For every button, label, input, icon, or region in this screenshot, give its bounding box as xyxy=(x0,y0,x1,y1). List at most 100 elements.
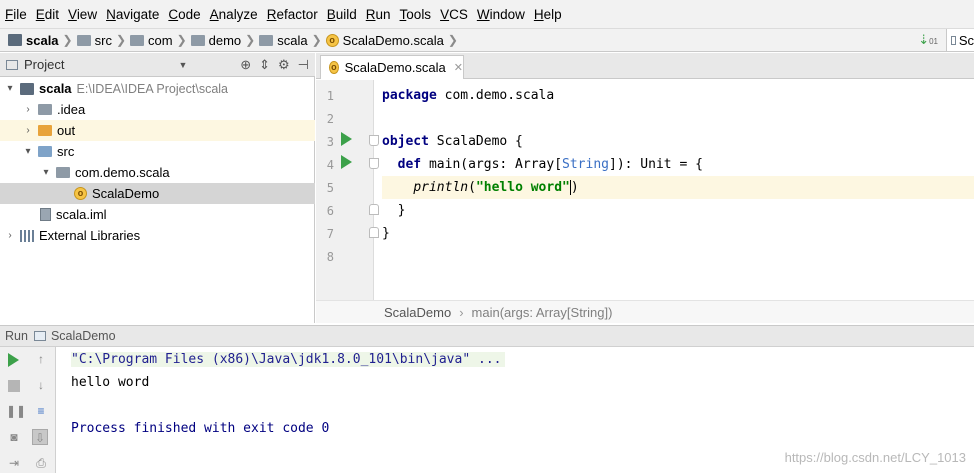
breadcrumb-project[interactable]: scala ❯ xyxy=(8,33,73,48)
chevron-down-icon[interactable]: ▾ xyxy=(4,83,16,94)
close-icon[interactable]: ✕ xyxy=(454,61,463,74)
line-number: 7 xyxy=(326,227,334,241)
menu-build[interactable]: Build xyxy=(327,7,357,22)
run-toolbar: ↑ ↓ ❚❚ ≡ ◙ ⇩ ⇥ ⎙ xyxy=(0,347,56,473)
editor-breadcrumb: ScalaDemo › main(args: Array[String]) xyxy=(316,300,974,323)
tree-item-out[interactable]: › out xyxy=(0,120,315,141)
folder-icon xyxy=(38,104,52,115)
chevron-right-icon: › xyxy=(459,304,464,320)
chevron-right-icon: ❯ xyxy=(311,33,322,47)
navigation-bar: scala ❯ src ❯ com ❯ demo ❯ scala ❯ o Sca… xyxy=(0,28,974,52)
tab-scalademo[interactable]: o ScalaDemo.scala ✕ xyxy=(320,55,464,79)
run-gutter-icon[interactable] xyxy=(341,155,352,169)
folder-blue-icon xyxy=(38,146,52,157)
console-output-line: hello word xyxy=(71,375,150,390)
tree-item-package[interactable]: ▾ com.demo.scala xyxy=(0,162,315,183)
nav-toolbar: ⇣01 Sc xyxy=(918,29,974,51)
menu-analyze[interactable]: Analyze xyxy=(210,7,258,22)
menu-code[interactable]: Code xyxy=(168,7,200,22)
project-panel-title[interactable]: Project xyxy=(24,57,64,72)
sort-icon[interactable]: ⇣01 xyxy=(918,32,938,48)
chevron-right-icon[interactable]: › xyxy=(4,230,16,241)
dropdown-arrow-icon[interactable]: ▼ xyxy=(178,60,187,70)
print-icon[interactable]: ⎙ xyxy=(33,455,49,471)
menu-help[interactable]: Help xyxy=(534,7,562,22)
run-configuration-selector[interactable]: Sc xyxy=(946,29,974,51)
project-view-icon xyxy=(6,59,18,70)
tree-item-external-libraries[interactable]: › External Libraries xyxy=(0,225,315,246)
scala-object-icon: o xyxy=(325,33,339,47)
line-number: 4 xyxy=(326,158,334,172)
package-icon xyxy=(190,34,205,46)
chevron-right-icon[interactable]: › xyxy=(22,125,34,136)
tree-item-idea[interactable]: › .idea xyxy=(0,99,315,120)
fold-icon[interactable] xyxy=(369,135,379,146)
stop-icon[interactable] xyxy=(8,380,20,392)
menu-file[interactable]: File xyxy=(5,7,27,22)
run-gutter-icon[interactable] xyxy=(341,132,352,146)
menu-refactor[interactable]: Refactor xyxy=(267,7,318,22)
console-command-line[interactable]: "C:\Program Files (x86)\Java\jdk1.8.0_10… xyxy=(71,352,506,367)
gear-icon[interactable]: ⚙ xyxy=(278,57,290,73)
menu-view[interactable]: View xyxy=(68,7,97,22)
run-config-tab[interactable]: ScalaDemo xyxy=(33,329,116,343)
package-icon xyxy=(259,34,274,46)
library-icon xyxy=(20,229,34,242)
code-line-6: } xyxy=(382,203,406,218)
code-line-3: object ScalaDemo { xyxy=(382,134,523,149)
editor-breadcrumb-method[interactable]: main(args: Array[String]) xyxy=(472,305,613,320)
console-output[interactable]: "C:\Program Files (x86)\Java\jdk1.8.0_10… xyxy=(57,347,974,473)
code-area[interactable]: package com.demo.scala object ScalaDemo … xyxy=(382,80,974,300)
tree-item-iml[interactable]: scala.iml xyxy=(0,204,315,225)
code-line-5: println("hello word") xyxy=(382,176,974,199)
project-tree: ▾ scala E:\IDEA\IDEA Project\scala › .id… xyxy=(0,77,315,323)
tree-item-src[interactable]: ▾ src xyxy=(0,141,315,162)
collapse-icon[interactable]: ⇕ xyxy=(259,57,270,73)
breadcrumb-com[interactable]: com ❯ xyxy=(130,33,187,48)
line-number: 5 xyxy=(326,181,334,195)
editor-breadcrumb-object[interactable]: ScalaDemo xyxy=(384,305,451,320)
line-number: 8 xyxy=(326,250,334,264)
code-editor[interactable]: 1 2 3 4 5 6 7 8 package com.demo.scala o… xyxy=(316,80,974,300)
pause-icon[interactable]: ❚❚ xyxy=(6,403,26,419)
menu-edit[interactable]: Edit xyxy=(36,7,59,22)
menu-navigate[interactable]: Navigate xyxy=(106,7,159,22)
chevron-down-icon[interactable]: ▾ xyxy=(40,167,52,178)
breadcrumb-src[interactable]: src ❯ xyxy=(76,33,126,48)
line-number: 1 xyxy=(326,89,334,103)
chevron-down-icon[interactable]: ▾ xyxy=(22,146,34,157)
menu-vcs[interactable]: VCS xyxy=(440,7,468,22)
breadcrumb-demo[interactable]: demo ❯ xyxy=(190,33,255,48)
project-panel-header: Project ▼ ⊕ ⇕ ⚙ ⊣ xyxy=(0,53,315,77)
breadcrumb-scala[interactable]: scala ❯ xyxy=(259,33,322,48)
editor-tab-bar: o ScalaDemo.scala ✕ xyxy=(316,53,974,79)
exit-icon[interactable]: ⇥ xyxy=(6,455,22,471)
rerun-icon[interactable] xyxy=(8,353,19,367)
tree-item-scalademo[interactable]: o ScalaDemo xyxy=(0,183,315,204)
fold-icon[interactable] xyxy=(369,227,379,238)
run-tab-label[interactable]: Run xyxy=(5,329,28,343)
hide-panel-icon[interactable]: ⊣ xyxy=(298,57,309,73)
breadcrumb-file[interactable]: o ScalaDemo.scala ❯ xyxy=(325,33,458,48)
camera-icon[interactable]: ◙ xyxy=(6,429,22,445)
package-icon xyxy=(130,34,145,46)
soft-wrap-icon[interactable]: ≡ xyxy=(33,403,49,419)
line-number: 3 xyxy=(326,135,334,149)
menu-run[interactable]: Run xyxy=(366,7,391,22)
arrow-up-icon[interactable]: ↑ xyxy=(33,351,49,367)
watermark: https://blog.csdn.net/LCY_1013 xyxy=(784,450,966,465)
code-line-4: def main(args: Array[String]): Unit = { xyxy=(397,157,703,172)
menu-tools[interactable]: Tools xyxy=(400,7,432,22)
folder-orange-icon xyxy=(38,125,52,136)
fold-icon[interactable] xyxy=(369,158,379,169)
scroll-to-end-icon[interactable]: ⇩ xyxy=(32,429,48,445)
chevron-right-icon: ❯ xyxy=(62,33,73,47)
menu-bar: File Edit View Navigate Code Analyze Ref… xyxy=(0,0,974,28)
target-icon[interactable]: ⊕ xyxy=(240,57,251,73)
chevron-right-icon[interactable]: › xyxy=(22,104,34,115)
menu-window[interactable]: Window xyxy=(477,7,525,22)
fold-icon[interactable] xyxy=(369,204,379,215)
code-line-1: package com.demo.scala xyxy=(382,88,555,103)
arrow-down-icon[interactable]: ↓ xyxy=(33,377,49,393)
tree-item-scala[interactable]: ▾ scala E:\IDEA\IDEA Project\scala xyxy=(0,78,315,99)
